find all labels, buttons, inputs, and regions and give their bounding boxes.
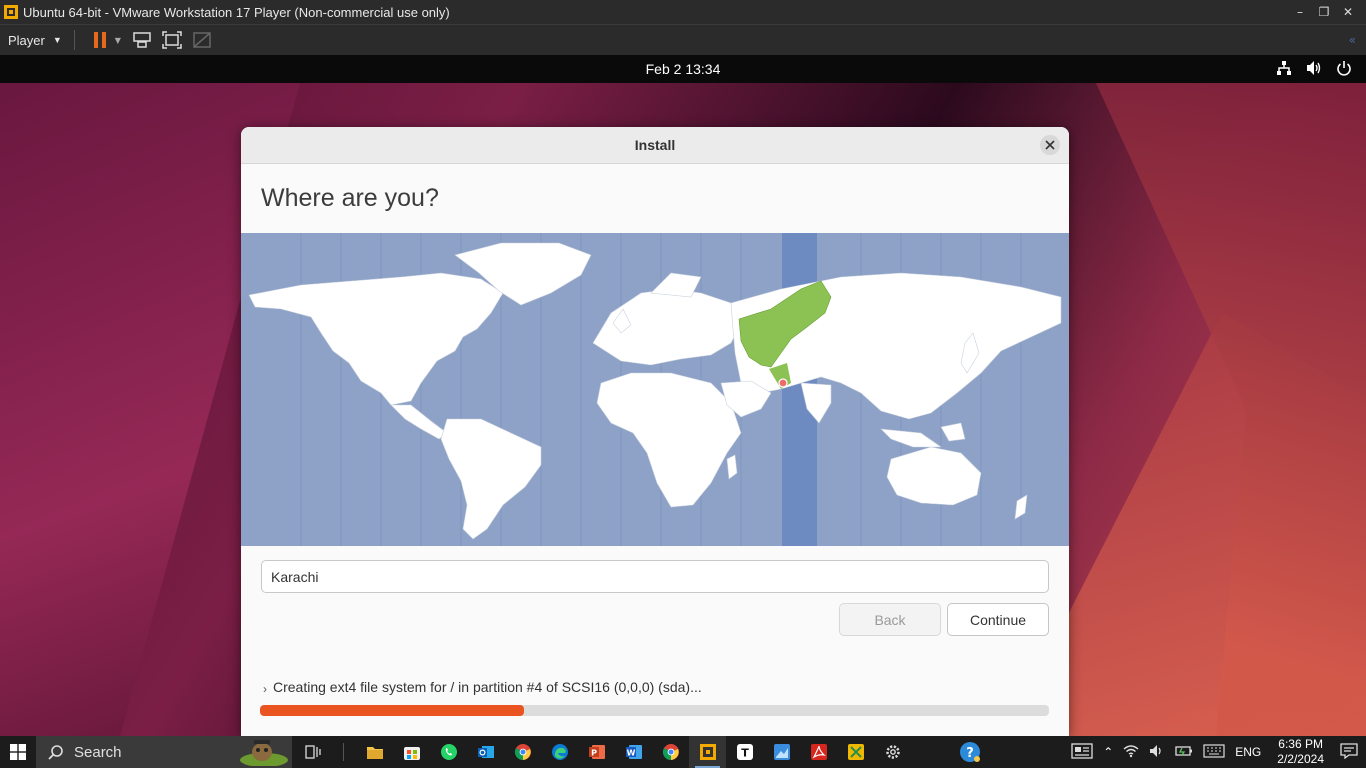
install-status-text: Creating ext4 file system for / in parti…	[273, 679, 702, 695]
network-icon	[1276, 60, 1292, 80]
edge-icon[interactable]	[541, 736, 578, 768]
wifi-icon[interactable]	[1123, 744, 1139, 761]
chevron-down-icon: ▼	[52, 35, 62, 45]
battery-icon[interactable]	[1175, 744, 1193, 761]
help-icon[interactable]: ?	[951, 736, 988, 768]
system-tray: ⌃ ENG 6:36 PM 2/2/2024	[1071, 737, 1366, 767]
vmware-window-title: Ubuntu 64-bit - VMware Workstation 17 Pl…	[23, 4, 450, 20]
search-icon	[48, 745, 63, 760]
whatsapp-icon[interactable]	[430, 736, 467, 768]
world-map-graphic	[248, 233, 1062, 546]
close-icon	[1045, 140, 1055, 150]
acrobat-icon[interactable]	[800, 736, 837, 768]
collapse-toolbar-icon[interactable]: «	[1349, 33, 1356, 47]
task-view-icon[interactable]	[294, 736, 331, 768]
svg-text:W: W	[626, 749, 635, 758]
keyboard-icon[interactable]	[1203, 743, 1225, 761]
vmware-titlebar: Ubuntu 64-bit - VMware Workstation 17 Pl…	[0, 0, 1366, 24]
notifications-icon[interactable]	[1340, 742, 1358, 762]
ubuntu-clock[interactable]: Feb 2 13:34	[0, 61, 1366, 77]
search-label: Search	[74, 743, 122, 761]
vmware-logo-icon	[4, 5, 18, 19]
typora-icon[interactable]: T	[726, 736, 763, 768]
close-window-icon[interactable]: ✕	[1336, 0, 1360, 24]
volume-icon[interactable]	[1149, 744, 1165, 761]
taskbar-clock[interactable]: 6:36 PM 2/2/2024	[1277, 737, 1324, 767]
close-dialog-button[interactable]	[1040, 135, 1060, 155]
send-ctrl-alt-del-icon[interactable]	[127, 25, 157, 55]
power-icon	[1336, 60, 1352, 80]
minimize-icon[interactable]: –	[1288, 0, 1312, 24]
snip-icon[interactable]	[837, 736, 874, 768]
svg-text:T: T	[741, 747, 749, 760]
pause-icon[interactable]	[85, 25, 115, 55]
outlook-icon[interactable]	[467, 736, 504, 768]
install-progress-bar	[260, 705, 1049, 716]
chevron-up-icon[interactable]: ⌃	[1103, 745, 1113, 759]
microsoft-store-icon[interactable]	[393, 736, 430, 768]
page-title: Where are you?	[261, 184, 439, 212]
player-menu-label: Player	[8, 32, 45, 48]
install-progress-fill	[260, 705, 525, 716]
svg-text:P: P	[591, 749, 597, 758]
unity-icon	[187, 25, 217, 55]
timezone-input[interactable]: Karachi	[261, 560, 1049, 593]
location-pin-icon	[778, 378, 788, 388]
windows-start-button[interactable]	[0, 736, 36, 768]
continue-button[interactable]: Continue	[947, 603, 1049, 636]
dialog-header: Install	[241, 127, 1069, 164]
file-explorer-icon[interactable]	[356, 736, 393, 768]
chevron-right-icon: ›	[263, 682, 267, 696]
svg-text:?: ?	[966, 746, 974, 761]
timezone-input-value: Karachi	[271, 568, 319, 585]
powerpoint-icon[interactable]: P	[578, 736, 615, 768]
timezone-map[interactable]	[241, 233, 1069, 546]
vmware-icon[interactable]	[689, 736, 726, 768]
back-button[interactable]: Back	[839, 603, 941, 636]
news-widget-icon[interactable]	[1071, 742, 1093, 762]
chrome-profile-icon[interactable]	[652, 736, 689, 768]
volume-icon	[1306, 60, 1322, 80]
taskbar-search-box[interactable]: Search	[36, 736, 292, 768]
chrome-icon[interactable]	[504, 736, 541, 768]
windows-taskbar: Search P W T ? ⌃ ENG 6:36 PM 2/2/2024	[0, 736, 1366, 768]
restore-icon[interactable]: ❐	[1312, 0, 1336, 24]
ubuntu-system-tray[interactable]	[1276, 60, 1352, 80]
language-indicator[interactable]: ENG	[1235, 745, 1261, 759]
search-highlight-mascot-icon	[240, 740, 288, 766]
fullscreen-icon[interactable]	[157, 25, 187, 55]
install-status[interactable]: › Creating ext4 file system for / in par…	[263, 678, 702, 696]
taskbar-time: 6:36 PM	[1278, 737, 1323, 751]
ubuntu-top-bar: Feb 2 13:34	[0, 55, 1366, 83]
taskbar-date: 2/2/2024	[1277, 752, 1324, 766]
pause-dropdown-icon[interactable]: ▼	[115, 36, 121, 45]
install-dialog: Install Where are you? Karachi Back Cont…	[241, 127, 1069, 736]
paint-icon[interactable]	[763, 736, 800, 768]
toolbar-divider	[73, 30, 75, 50]
dialog-title: Install	[634, 137, 676, 153]
settings-icon[interactable]	[874, 736, 911, 768]
taskbar-divider	[343, 743, 344, 761]
player-menu[interactable]: Player ▼	[0, 33, 70, 48]
vmware-toolbar: Player ▼ ▼ «	[0, 24, 1366, 55]
windows-logo-icon	[10, 744, 26, 760]
word-icon[interactable]: W	[615, 736, 652, 768]
